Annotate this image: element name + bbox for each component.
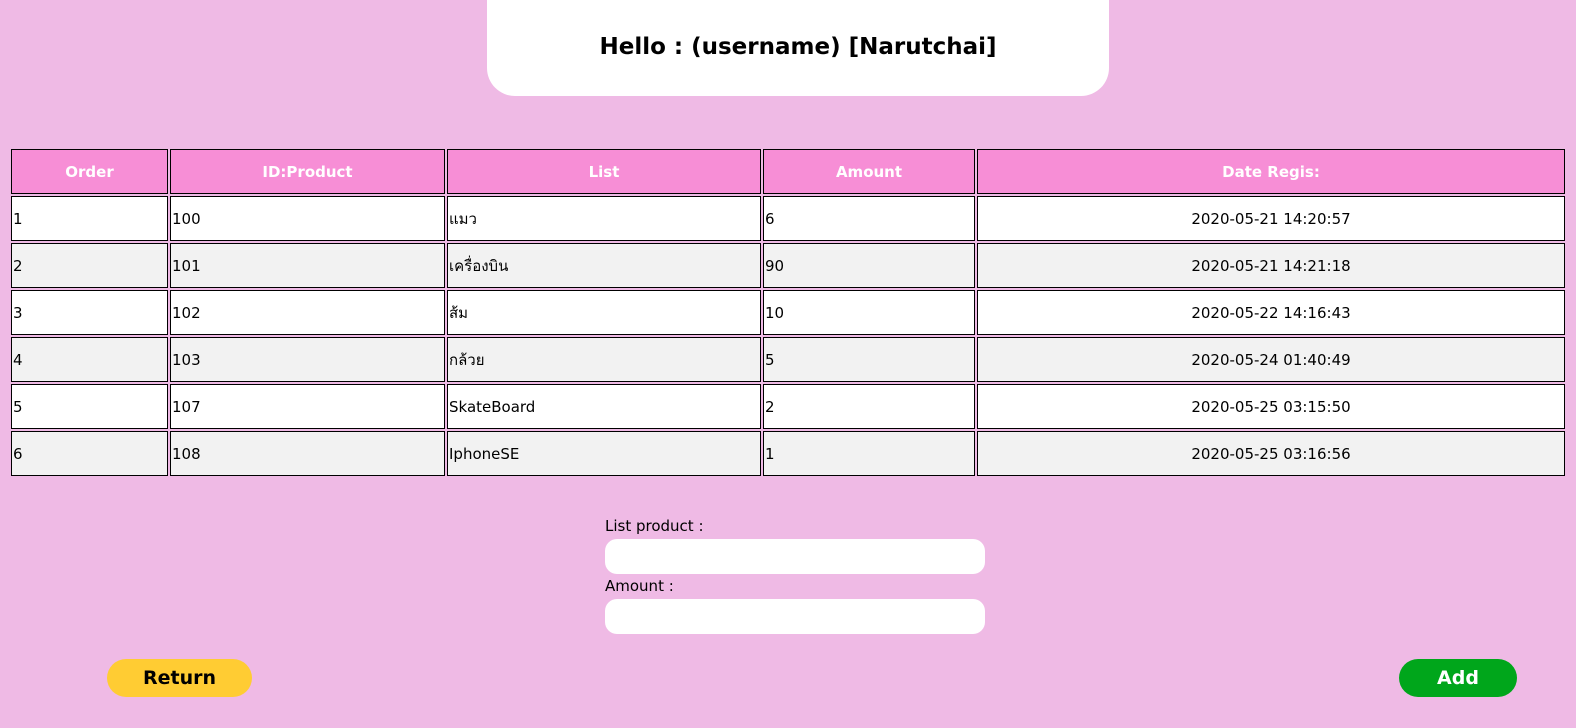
cell-date-regis: 2020-05-21 14:21:18 [977, 243, 1565, 288]
cell-date-regis: 2020-05-21 14:20:57 [977, 196, 1565, 241]
cell-id-product: 107 [170, 384, 445, 429]
cell-order: 5 [11, 384, 168, 429]
cell-amount: 90 [763, 243, 975, 288]
table-row: 2 101 เครื่องบิน 90 2020-05-21 14:21:18 [11, 243, 1565, 288]
table-row: 6 108 IphoneSE 1 2020-05-25 03:16:56 [11, 431, 1565, 476]
cell-amount: 5 [763, 337, 975, 382]
cell-amount: 2 [763, 384, 975, 429]
cell-amount: 10 [763, 290, 975, 335]
table-row: 3 102 ส้ม 10 2020-05-22 14:16:43 [11, 290, 1565, 335]
return-button[interactable]: Return [107, 659, 252, 697]
cell-order: 3 [11, 290, 168, 335]
cell-amount: 1 [763, 431, 975, 476]
cell-date-regis: 2020-05-25 03:15:50 [977, 384, 1565, 429]
cell-list: IphoneSE [447, 431, 761, 476]
greeting-text: Hello : (username) [Narutchai] [599, 34, 997, 60]
list-product-label: List product : [605, 517, 704, 535]
column-header-list: List [447, 149, 761, 194]
cell-id-product: 100 [170, 196, 445, 241]
cell-id-product: 101 [170, 243, 445, 288]
cell-id-product: 102 [170, 290, 445, 335]
cell-date-regis: 2020-05-25 03:16:56 [977, 431, 1565, 476]
cell-order: 1 [11, 196, 168, 241]
column-header-order: Order [11, 149, 168, 194]
add-button[interactable]: Add [1399, 659, 1517, 697]
cell-date-regis: 2020-05-22 14:16:43 [977, 290, 1565, 335]
cell-list: กล้วย [447, 337, 761, 382]
amount-input[interactable] [605, 599, 985, 634]
cell-list: แมว [447, 196, 761, 241]
cell-order: 6 [11, 431, 168, 476]
amount-label: Amount : [605, 577, 674, 595]
cell-id-product: 103 [170, 337, 445, 382]
cell-id-product: 108 [170, 431, 445, 476]
table-row: 4 103 กล้วย 5 2020-05-24 01:40:49 [11, 337, 1565, 382]
table-row: 1 100 แมว 6 2020-05-21 14:20:57 [11, 196, 1565, 241]
orders-table: Order ID:Product List Amount Date Regis:… [9, 147, 1567, 478]
cell-list: เครื่องบิน [447, 243, 761, 288]
cell-amount: 6 [763, 196, 975, 241]
cell-list: SkateBoard [447, 384, 761, 429]
table-header-row: Order ID:Product List Amount Date Regis: [11, 149, 1565, 194]
cell-order: 2 [11, 243, 168, 288]
list-product-input[interactable] [605, 539, 985, 574]
column-header-date-regis: Date Regis: [977, 149, 1565, 194]
cell-date-regis: 2020-05-24 01:40:49 [977, 337, 1565, 382]
column-header-amount: Amount [763, 149, 975, 194]
cell-order: 4 [11, 337, 168, 382]
table-row: 5 107 SkateBoard 2 2020-05-25 03:15:50 [11, 384, 1565, 429]
cell-list: ส้ม [447, 290, 761, 335]
header-card: Hello : (username) [Narutchai] [487, 0, 1109, 96]
column-header-id-product: ID:Product [170, 149, 445, 194]
